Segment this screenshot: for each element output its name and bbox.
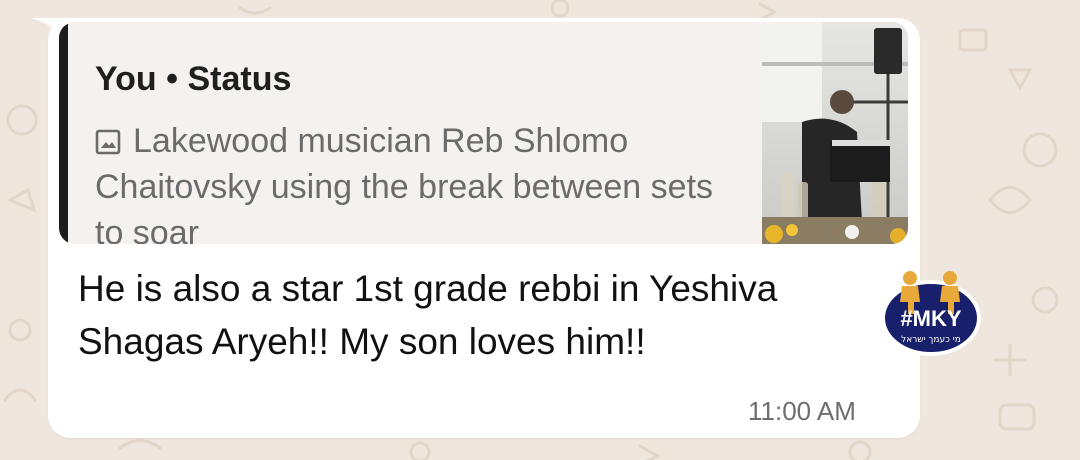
message-text: He is also a star 1st grade rebbi in Yes… — [78, 268, 778, 362]
quoted-status-caption-row: Lakewood musician Reb Shlomo Chaitovsky … — [95, 118, 745, 244]
quote-accent-bar — [59, 22, 68, 244]
quoted-status-title: You • Status — [95, 60, 292, 98]
quoted-status-caption: Lakewood musician Reb Shlomo Chaitovsky … — [95, 122, 714, 244]
image-icon — [95, 129, 121, 155]
quoted-status-reply[interactable]: You • Status Lakewood musician Reb Shlom… — [59, 22, 908, 244]
badge-tag: #MKY — [900, 306, 961, 331]
badge-subtitle: מי כעמך ישראל — [901, 335, 961, 345]
message-timestamp: 11:00 AM — [748, 396, 856, 426]
mky-watermark-logo: #MKY מי כעמך ישראל — [881, 271, 981, 356]
status-thumbnail-image[interactable] — [762, 22, 908, 244]
